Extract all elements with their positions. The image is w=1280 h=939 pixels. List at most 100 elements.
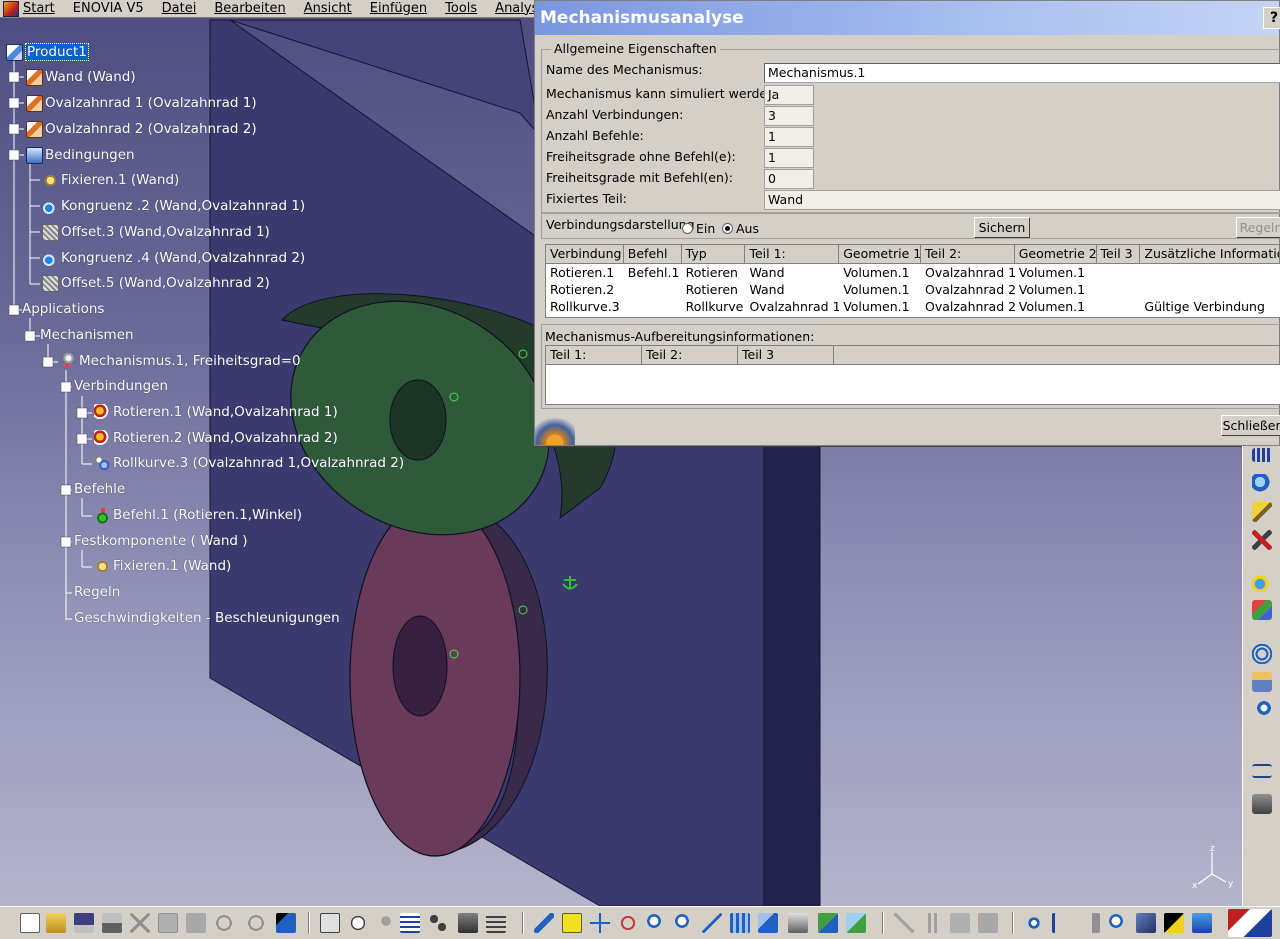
column-header[interactable]: Verbindung (546, 245, 624, 264)
column-header[interactable]: Zusätzliche Information (1140, 245, 1280, 264)
snapshot-icon[interactable] (1164, 913, 1184, 933)
rewind-icon[interactable] (1052, 913, 1072, 933)
simulation-icon[interactable] (894, 913, 914, 933)
hide-show-icon[interactable] (818, 913, 838, 933)
formula-icon[interactable] (320, 913, 340, 933)
table-row[interactable]: Rotieren.2 Rotieren Wand Volumen.1 Ovalz… (546, 281, 1280, 298)
compass-icon[interactable]: z x y (1190, 842, 1238, 894)
clash-icon[interactable] (950, 913, 970, 933)
pan-icon[interactable] (590, 913, 610, 933)
column-header[interactable]: Geometrie 1 (839, 245, 921, 264)
zoom-out-icon[interactable] (674, 913, 694, 933)
column-header[interactable]: Befehl (623, 245, 682, 264)
distance-icon[interactable] (978, 913, 998, 933)
tree-node-ovalzahnrad-2[interactable]: Ovalzahnrad 2 (Ovalzahnrad 2) (26, 119, 257, 139)
comment-icon[interactable] (348, 913, 368, 933)
menu-bearbeiten[interactable]: Bearbeiten (205, 0, 294, 18)
column-header[interactable]: Teil 1: (745, 245, 840, 264)
knowledge-icon[interactable] (376, 913, 396, 933)
search-icon[interactable] (1108, 913, 1128, 933)
column-header[interactable]: Teil 1: (546, 346, 642, 365)
multi-view-icon[interactable] (730, 913, 750, 933)
tree-node-befehl-1[interactable]: Befehl.1 (Rotieren.1,Winkel) (94, 505, 302, 525)
tree-node-product1[interactable]: Product1 (6, 42, 89, 62)
isometric-view-icon[interactable] (758, 913, 778, 933)
copy-icon[interactable] (158, 913, 178, 933)
paste-icon[interactable] (186, 913, 206, 933)
fit-all-icon[interactable] (562, 913, 582, 933)
menu-start[interactable]: Start (0, 0, 64, 18)
open-folder-icon[interactable] (46, 913, 66, 933)
constraint-icon[interactable] (1252, 502, 1272, 522)
column-header[interactable]: Teil 2: (920, 245, 1015, 264)
close-button[interactable]: Schließen (1221, 415, 1280, 436)
whats-this-icon[interactable] (276, 913, 296, 933)
swap-visible-space-icon[interactable] (846, 913, 866, 933)
rules-button[interactable]: Regeln (1236, 217, 1280, 238)
explode-icon[interactable] (1252, 572, 1272, 592)
scene-icon[interactable] (1252, 600, 1272, 620)
tree-node-kongruenz-4[interactable]: Kongruenz .4 (Wand,Ovalzahnrad 2) (42, 248, 305, 268)
rotate-icon[interactable] (618, 913, 638, 933)
joint-display-on-radio[interactable]: Ein (682, 221, 715, 236)
normal-view-icon[interactable] (702, 913, 722, 933)
render-style-icon[interactable] (788, 913, 808, 933)
tree-node-rollkurve-3[interactable]: Rollkurve.3 (Ovalzahnrad 1,Ovalzahnrad 2… (94, 453, 404, 473)
lighting-icon[interactable] (1192, 913, 1212, 933)
target-icon[interactable] (1024, 913, 1044, 933)
table-row[interactable]: Rotieren.1 Befehl.1 Rotieren Wand Volume… (546, 264, 1280, 281)
fast-forward-icon[interactable] (1080, 913, 1100, 933)
table-icon[interactable] (400, 913, 420, 933)
menu-einfuegen[interactable]: Einfügen (361, 0, 436, 18)
tree-node-wand[interactable]: Wand (Wand) (26, 67, 136, 87)
undo-icon[interactable] (214, 913, 234, 933)
column-header[interactable]: Typ (681, 245, 746, 264)
menu-ansicht[interactable]: Ansicht (295, 0, 361, 18)
tree-node-fixieren-1-fixed[interactable]: Fixieren.1 (Wand) (94, 556, 231, 576)
tree-node-offset-3[interactable]: Offset.3 (Wand,Ovalzahnrad 1) (42, 222, 270, 242)
tree-node-bedingungen[interactable]: Bedingungen (26, 145, 135, 165)
column-header[interactable]: Teil 3 (738, 346, 834, 365)
redo-icon[interactable] (246, 913, 266, 933)
tree-node-offset-5[interactable]: Offset.5 (Wand,Ovalzahnrad 2) (42, 273, 270, 293)
help-button[interactable]: ? (1263, 7, 1280, 29)
joint-display-off-radio[interactable]: Aus (722, 221, 759, 236)
analysis-icon[interactable] (1252, 794, 1272, 814)
new-document-icon[interactable] (20, 913, 40, 933)
lock-icon[interactable] (458, 913, 478, 933)
zoom-in-icon[interactable] (646, 913, 666, 933)
cut-icon[interactable] (130, 913, 150, 933)
tree-node-rotieren-1[interactable]: Rotieren.1 (Wand,Ovalzahnrad 1) (94, 402, 338, 422)
tree-node-fixieren-1[interactable]: Fixieren.1 (Wand) (42, 170, 179, 190)
sectioning-icon[interactable] (1136, 913, 1156, 933)
tree-node-regeln[interactable]: Regeln (74, 582, 120, 602)
column-header[interactable]: Geometrie 2 (1014, 245, 1097, 264)
menu-enovia[interactable]: ENOVIA V5 (64, 0, 153, 18)
tree-node-geschwindigkeiten[interactable]: Geschwindigkeiten - Beschleunigungen (74, 608, 340, 628)
joints-table[interactable]: Verbindung Befehl Typ Teil 1: Geometrie … (545, 244, 1280, 318)
joint-creation-icon[interactable] (1252, 672, 1272, 692)
catalog-icon[interactable] (486, 913, 506, 933)
save-button[interactable]: Sichern (974, 217, 1030, 238)
update-info-table[interactable]: Teil 1: Teil 2: Teil 3 (545, 345, 1280, 405)
column-header[interactable]: Teil 3 (1096, 245, 1141, 264)
dialog-title-bar[interactable]: Mechanismusanalyse ? (535, 1, 1280, 35)
column-header[interactable]: Teil 2: (642, 346, 738, 365)
save-icon[interactable] (74, 913, 94, 933)
measure-icon[interactable] (1252, 764, 1272, 778)
tree-node-rotieren-2[interactable]: Rotieren.2 (Wand,Ovalzahnrad 2) (94, 428, 338, 448)
tree-node-mechanismus-1[interactable]: Mechanismus.1, Freiheitsgrad=0 (60, 351, 301, 371)
menu-tools[interactable]: Tools (436, 0, 486, 18)
tree-node-befehle[interactable]: Befehle (74, 479, 125, 499)
grid-icon[interactable] (1252, 448, 1272, 462)
tree-node-mechanismen[interactable]: Mechanismen (40, 325, 134, 345)
mechanism-simulation-icon[interactable] (1252, 644, 1272, 664)
table-row[interactable]: Rollkurve.3 Rollkurve Ovalzahnrad 1 Volu… (546, 298, 1280, 315)
tree-node-kongruenz-2[interactable]: Kongruenz .2 (Wand,Ovalzahnrad 1) (42, 196, 305, 216)
fly-mode-icon[interactable] (534, 913, 554, 933)
mechanism-name-field[interactable]: Mechanismus.1 (764, 63, 1280, 83)
tree-node-applications[interactable]: Applications (22, 299, 104, 319)
tree-node-ovalzahnrad-1[interactable]: Ovalzahnrad 1 (Ovalzahnrad 1) (26, 93, 257, 113)
tree-node-festkomponente[interactable]: Festkomponente ( Wand ) (74, 531, 248, 551)
assembly-icon[interactable] (1252, 474, 1272, 494)
